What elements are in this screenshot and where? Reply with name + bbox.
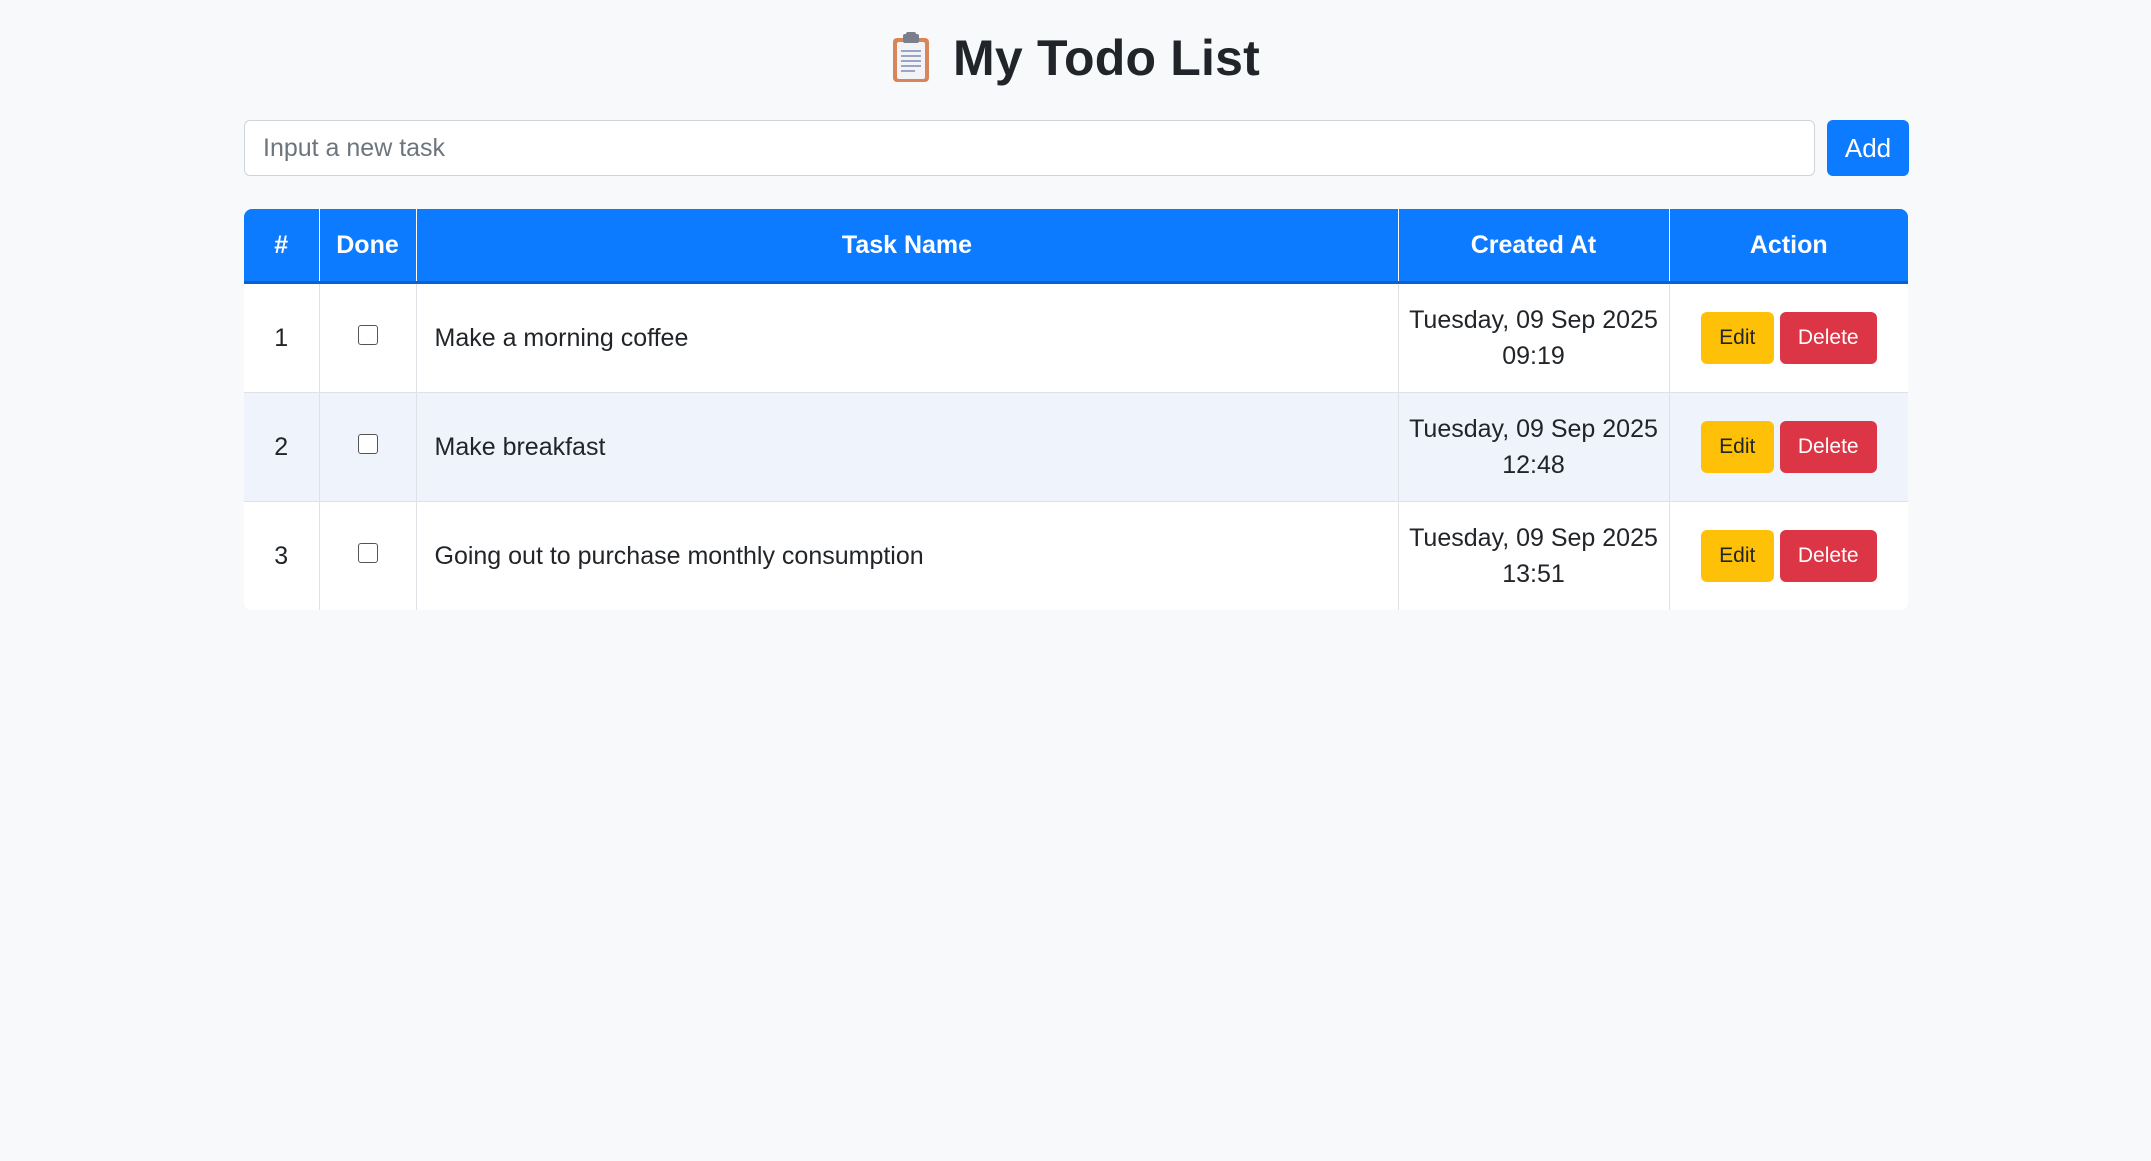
edit-button[interactable]: Edit bbox=[1700, 421, 1774, 473]
done-checkbox[interactable] bbox=[357, 433, 378, 454]
action-cell: Edit Delete bbox=[1669, 501, 1908, 610]
add-button[interactable]: Add bbox=[1827, 120, 1909, 176]
action-cell: Edit Delete bbox=[1669, 282, 1908, 393]
edit-button[interactable]: Edit bbox=[1700, 312, 1774, 364]
created-at: Tuesday, 09 Sep 2025 12:48 bbox=[1398, 392, 1670, 502]
created-date: Tuesday, 09 Sep 2025 bbox=[1409, 306, 1658, 334]
created-time: 13:51 bbox=[1502, 560, 1565, 588]
page-title: My Todo List bbox=[953, 30, 1260, 86]
task-name: Going out to purchase monthly consumptio… bbox=[416, 501, 1399, 610]
column-header-created-at: Created At bbox=[1398, 209, 1670, 284]
done-cell bbox=[319, 282, 417, 393]
created-date: Tuesday, 09 Sep 2025 bbox=[1409, 415, 1658, 443]
column-header-task-name: Task Name bbox=[416, 209, 1399, 284]
done-checkbox[interactable] bbox=[357, 542, 378, 563]
row-index: 3 bbox=[244, 501, 320, 610]
table-body: 1 Make a morning coffee Tuesday, 09 Sep … bbox=[244, 282, 1908, 610]
todo-page: My Todo List Add # Done Task Name Create… bbox=[0, 0, 2151, 1161]
done-checkbox[interactable] bbox=[357, 324, 378, 345]
table-row: 1 Make a morning coffee Tuesday, 09 Sep … bbox=[244, 282, 1908, 393]
created-time: 12:48 bbox=[1502, 451, 1565, 479]
delete-button[interactable]: Delete bbox=[1779, 530, 1877, 582]
delete-button[interactable]: Delete bbox=[1779, 312, 1877, 364]
delete-button[interactable]: Delete bbox=[1779, 421, 1877, 473]
new-task-input[interactable] bbox=[244, 120, 1815, 176]
task-name: Make a morning coffee bbox=[416, 282, 1399, 393]
add-task-form: Add bbox=[244, 120, 1909, 178]
edit-button[interactable]: Edit bbox=[1700, 530, 1774, 582]
task-name: Make breakfast bbox=[416, 392, 1399, 502]
page-header: My Todo List bbox=[0, 22, 2151, 94]
table-row: 3 Going out to purchase monthly consumpt… bbox=[244, 501, 1908, 610]
clipboard-icon bbox=[891, 32, 931, 84]
row-index: 2 bbox=[244, 392, 320, 502]
created-at: Tuesday, 09 Sep 2025 13:51 bbox=[1398, 501, 1670, 610]
action-cell: Edit Delete bbox=[1669, 392, 1908, 502]
column-header-done: Done bbox=[319, 209, 417, 284]
table-header: # Done Task Name Created At Action bbox=[244, 209, 1908, 284]
created-date: Tuesday, 09 Sep 2025 bbox=[1409, 524, 1658, 552]
column-header-index: # bbox=[244, 209, 320, 284]
done-cell bbox=[319, 501, 417, 610]
todo-table-container: # Done Task Name Created At Action 1 Mak… bbox=[244, 209, 1908, 610]
row-index: 1 bbox=[244, 282, 320, 393]
created-at: Tuesday, 09 Sep 2025 09:19 bbox=[1398, 282, 1670, 393]
done-cell bbox=[319, 392, 417, 502]
created-time: 09:19 bbox=[1502, 342, 1565, 370]
table-row: 2 Make breakfast Tuesday, 09 Sep 2025 12… bbox=[244, 392, 1908, 502]
todo-table: # Done Task Name Created At Action 1 Mak… bbox=[244, 209, 1908, 610]
column-header-action: Action bbox=[1669, 209, 1908, 284]
